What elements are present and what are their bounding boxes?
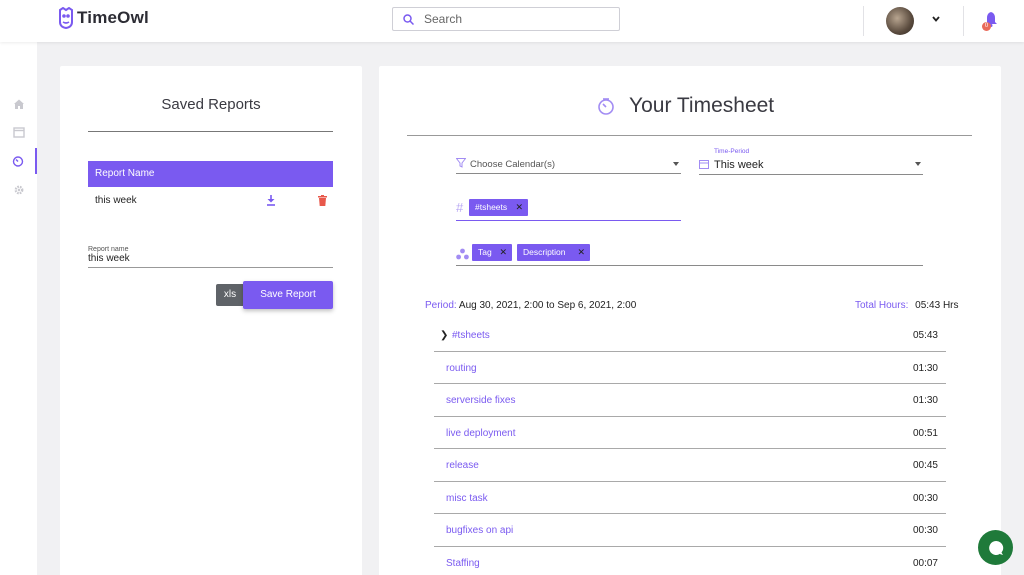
divider <box>863 6 864 36</box>
tag-filter-input[interactable]: # #tsheets ✕ <box>456 196 681 221</box>
table-row[interactable]: Staffing 00:07 <box>434 547 946 575</box>
period-label: Period: <box>425 300 457 311</box>
row-time: 00:30 <box>912 525 938 536</box>
timesheet-table: ❯ #tsheets 05:43 routing 01:30 serversid… <box>434 319 946 575</box>
timesheet-header: Your Timesheet <box>597 94 774 118</box>
time-period-value: This week <box>714 159 764 171</box>
page-title: Your Timesheet <box>629 94 775 117</box>
calendar-placeholder: Choose Calendar(s) <box>470 159 556 170</box>
divider <box>407 135 972 136</box>
timesheet-icon <box>598 98 614 115</box>
sidebar <box>0 42 37 575</box>
chevron-down-icon <box>673 162 679 166</box>
tag-chip[interactable]: #tsheets ✕ <box>469 199 528 216</box>
group-icon <box>456 248 469 260</box>
table-row[interactable]: serverside fixes 01:30 <box>434 384 946 417</box>
sidebar-item-timesheet[interactable] <box>0 148 37 174</box>
app-name: TimeOwl <box>77 8 149 27</box>
search-placeholder: Search <box>424 12 463 26</box>
row-time: 01:30 <box>912 362 938 374</box>
row-time: 00:07 <box>912 557 938 569</box>
period-info: Period: Aug 30, 2021, 2:00 to Sep 6, 202… <box>425 300 636 311</box>
row-time: 05:43 <box>912 330 938 341</box>
group-chip[interactable]: Tag ✕ <box>472 244 512 261</box>
divider <box>88 131 333 132</box>
timesheet-panel: Your Timesheet Choose Calendar(s) Time-P… <box>379 66 1001 575</box>
row-time: 00:45 <box>912 460 938 471</box>
close-icon[interactable]: ✕ <box>515 199 523 216</box>
app-logo[interactable]: TimeOwl <box>58 7 149 29</box>
save-report-button[interactable]: Save Report <box>243 281 333 309</box>
notification-badge: 0 <box>982 22 991 31</box>
row-name[interactable]: routing <box>446 363 477 374</box>
period-value: Aug 30, 2021, 2:00 to Sep 6, 2021, 2:00 <box>458 300 637 311</box>
timesheet-icon <box>12 156 23 167</box>
row-time: 01:30 <box>912 395 938 406</box>
owl-logo-icon <box>59 7 73 29</box>
chip-label: Tag <box>478 247 492 257</box>
top-bar: TimeOwl Search 0 <box>0 0 1024 42</box>
download-icon[interactable] <box>266 195 276 206</box>
chevron-down-icon <box>915 162 921 166</box>
chevron-right-icon[interactable]: ❯ <box>440 330 448 341</box>
total-hours-value: 05:43 Hrs <box>915 300 959 311</box>
group-chip[interactable]: Description ✕ <box>517 244 590 261</box>
calendar-icon <box>699 160 709 169</box>
row-name[interactable]: bugfixes on api <box>446 525 513 536</box>
table-row[interactable]: release 00:45 <box>434 449 946 482</box>
saved-reports-title: Saved Reports <box>161 96 261 113</box>
search-icon <box>403 13 414 25</box>
report-row[interactable]: this week <box>88 190 333 212</box>
table-row[interactable]: live deployment 00:51 <box>434 417 946 449</box>
chat-button[interactable] <box>978 530 1013 565</box>
row-name[interactable]: live deployment <box>446 428 515 439</box>
row-time: 00:30 <box>912 492 938 504</box>
table-row[interactable]: misc task 00:30 <box>434 482 946 514</box>
close-icon[interactable]: ✕ <box>577 244 585 261</box>
row-time: 00:51 <box>912 427 938 439</box>
table-row[interactable]: ❯ #tsheets 05:43 <box>434 319 946 352</box>
row-name[interactable]: misc task <box>446 493 488 504</box>
close-icon[interactable]: ✕ <box>499 244 507 261</box>
report-name: this week <box>95 195 137 206</box>
xls-button[interactable]: xls <box>216 284 244 306</box>
row-name[interactable]: #tsheets <box>452 330 490 341</box>
time-period-select[interactable]: This week <box>699 156 923 175</box>
filter-icon <box>456 158 466 168</box>
divider <box>963 6 964 36</box>
gear-icon <box>14 185 23 195</box>
home-icon <box>13 99 24 109</box>
chevron-down-icon[interactable] <box>931 14 941 24</box>
report-name-header: Report Name <box>88 161 333 187</box>
saved-reports-panel: Saved Reports Report Name this week Repo… <box>60 66 362 575</box>
row-name[interactable]: serverside fixes <box>446 395 515 406</box>
group-by-input[interactable]: Tag ✕ Description ✕ <box>456 243 923 266</box>
report-name-field[interactable]: this week <box>88 253 333 268</box>
chip-label: #tsheets <box>475 202 508 212</box>
search-input[interactable]: Search <box>392 7 620 31</box>
hash-icon: # <box>456 200 464 215</box>
chip-label: Description <box>523 247 566 257</box>
sidebar-item-settings[interactable] <box>0 177 37 203</box>
report-name-label: Report name <box>88 246 129 253</box>
sidebar-item-calendar[interactable] <box>0 119 37 145</box>
row-name[interactable]: Staffing <box>446 558 480 569</box>
sidebar-item-home[interactable] <box>0 91 37 117</box>
total-hours-label: Total Hours: <box>855 300 909 311</box>
calendar-select[interactable]: Choose Calendar(s) <box>456 156 681 174</box>
table-row[interactable]: routing 01:30 <box>434 352 946 384</box>
row-name[interactable]: release <box>446 460 479 471</box>
table-row[interactable]: bugfixes on api 00:30 <box>434 514 946 547</box>
total-hours: Total Hours: 05:43 Hrs <box>855 300 959 311</box>
chat-icon <box>988 540 1003 555</box>
trash-icon[interactable] <box>318 195 327 206</box>
avatar[interactable] <box>886 7 914 35</box>
calendar-icon <box>12 127 25 138</box>
time-period-label: Time-Period <box>714 148 750 155</box>
